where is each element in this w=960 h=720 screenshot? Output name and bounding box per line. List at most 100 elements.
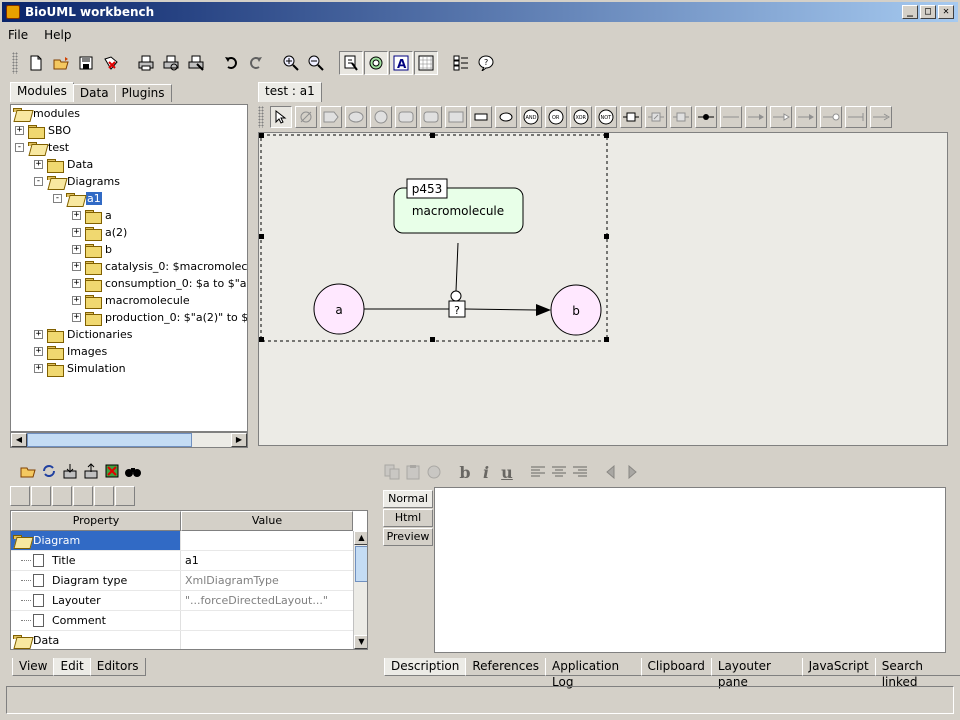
collapse-icon[interactable]: - [53, 194, 62, 203]
process-node[interactable]: ? [448, 300, 466, 318]
tab-modules[interactable]: Modules [10, 82, 74, 102]
expand-icon[interactable]: + [72, 211, 81, 220]
new-button[interactable] [24, 51, 48, 75]
palette-ellipse[interactable] [345, 106, 367, 128]
tree-node[interactable]: - Diagrams [34, 173, 120, 190]
expand-icon[interactable]: + [72, 245, 81, 254]
italic-button[interactable]: i [476, 460, 496, 484]
select-mode-button[interactable] [339, 51, 363, 75]
column-header-property[interactable]: Property [11, 511, 181, 531]
palette-rounded-rect[interactable] [395, 106, 417, 128]
tab-application-log[interactable]: Application Log [545, 658, 642, 689]
tree-node[interactable]: + consumption_0: $a to $"a(2 [72, 275, 247, 292]
expand-icon[interactable]: + [72, 279, 81, 288]
palette-arrow-open[interactable] [770, 106, 792, 128]
menu-file[interactable]: File [8, 28, 28, 42]
print-preview-button[interactable] [159, 51, 183, 75]
property-vertical-scrollbar[interactable]: ▲ ▼ [353, 531, 367, 649]
property-value[interactable] [181, 531, 353, 550]
property-value[interactable]: XmlDiagramType [181, 574, 279, 587]
prop-find-button[interactable] [123, 459, 143, 483]
open-button[interactable] [49, 51, 73, 75]
mode-normal[interactable]: Normal [383, 490, 433, 508]
tree-horizontal-scrollbar[interactable]: ◀ ▶ [10, 432, 248, 448]
tree-node[interactable]: + Simulation [34, 360, 126, 377]
palette-arrow-2[interactable] [795, 106, 817, 128]
layout-button[interactable] [449, 51, 473, 75]
tab-diagram-a1[interactable]: test : a1 [258, 82, 322, 102]
palette-rect[interactable] [445, 106, 467, 128]
prop-sub-button[interactable] [94, 486, 114, 506]
species-node-a[interactable]: a [313, 283, 365, 335]
expand-icon[interactable]: + [72, 296, 81, 305]
selection-handle[interactable] [604, 133, 609, 138]
close-button[interactable]: ✕ [938, 5, 954, 19]
copy-button[interactable] [382, 460, 402, 484]
palette-rounded-rect-2[interactable] [420, 106, 442, 128]
toolbar-grip[interactable] [12, 52, 18, 74]
page-setup-button[interactable] [184, 51, 208, 75]
palette-process[interactable] [620, 106, 642, 128]
tab-edit[interactable]: Edit [53, 658, 91, 676]
expand-icon[interactable]: + [72, 262, 81, 271]
tab-references[interactable]: References [465, 658, 547, 676]
selection-handle[interactable] [259, 133, 264, 138]
selection-handle[interactable] [259, 234, 264, 239]
expand-icon[interactable]: + [34, 330, 43, 339]
tree-node[interactable]: + macromolecule [72, 292, 190, 309]
palette-line[interactable] [720, 106, 742, 128]
production-edge[interactable] [464, 308, 538, 311]
property-row[interactable]: Diagram [11, 531, 353, 551]
prop-remove-button[interactable] [102, 459, 122, 483]
undo-button[interactable] [219, 51, 243, 75]
collapse-icon[interactable]: - [15, 143, 24, 152]
scroll-left-button[interactable]: ◀ [11, 433, 27, 447]
menu-help[interactable]: Help [44, 28, 71, 42]
expand-icon[interactable]: + [34, 364, 43, 373]
property-row[interactable]: Title a1 [11, 551, 353, 571]
collapse-icon[interactable]: - [34, 177, 43, 186]
tab-view[interactable]: View [12, 658, 55, 676]
prop-sub-button[interactable] [31, 486, 51, 506]
property-table[interactable]: Property Value Diagram Title a1 Diagram typ… [10, 510, 368, 650]
column-header-value[interactable]: Value [181, 511, 353, 531]
property-value[interactable]: a1 [181, 554, 199, 567]
align-right-button[interactable] [570, 460, 590, 484]
palette-tag[interactable] [320, 106, 342, 128]
help-button[interactable]: ? [474, 51, 498, 75]
graph-mode-button[interactable] [364, 51, 388, 75]
expand-icon[interactable]: + [72, 228, 81, 237]
description-editor[interactable] [434, 487, 946, 653]
redo-button[interactable] [244, 51, 268, 75]
palette-empty-set[interactable] [295, 106, 317, 128]
diagram-canvas[interactable]: macromolecule p453 a b ? [258, 132, 948, 446]
scroll-up-button[interactable]: ▲ [354, 531, 367, 545]
scroll-right-button[interactable]: ▶ [231, 433, 247, 447]
prop-export-button[interactable] [81, 459, 101, 483]
expand-icon[interactable]: + [15, 126, 24, 135]
back-button[interactable] [601, 460, 621, 484]
module-tree[interactable]: modules + SBO - test + Data - Diagrams - a1 + a + a(2)… [10, 104, 248, 432]
property-row[interactable]: Diagram type XmlDiagramType [11, 571, 353, 591]
vertical-splitter[interactable] [250, 80, 256, 452]
selection-handle[interactable] [604, 234, 609, 239]
tab-javascript[interactable]: JavaScript [801, 658, 876, 676]
mode-html[interactable]: Html [383, 509, 433, 527]
tab-layouter-pane[interactable]: Layouter pane [710, 658, 803, 689]
scroll-thumb[interactable] [355, 546, 367, 582]
selection-handle[interactable] [430, 133, 435, 138]
zoom-in-button[interactable] [279, 51, 303, 75]
tree-node[interactable]: + production_0: $"a(2)" to $b [72, 309, 247, 326]
underline-button[interactable]: u [497, 460, 517, 484]
paste-button[interactable] [403, 460, 423, 484]
prop-sub-button[interactable] [52, 486, 72, 506]
tree-node[interactable]: + a(2) [72, 224, 127, 241]
species-node-b[interactable]: b [550, 284, 602, 336]
palette-stimulation[interactable] [870, 106, 892, 128]
prop-open-button[interactable] [18, 459, 38, 483]
tab-data[interactable]: Data [72, 84, 116, 102]
palette-association[interactable] [695, 106, 717, 128]
tree-node[interactable]: - a1 [53, 190, 102, 207]
zoom-out-button[interactable] [304, 51, 328, 75]
palette-xor[interactable]: XOR [570, 106, 592, 128]
